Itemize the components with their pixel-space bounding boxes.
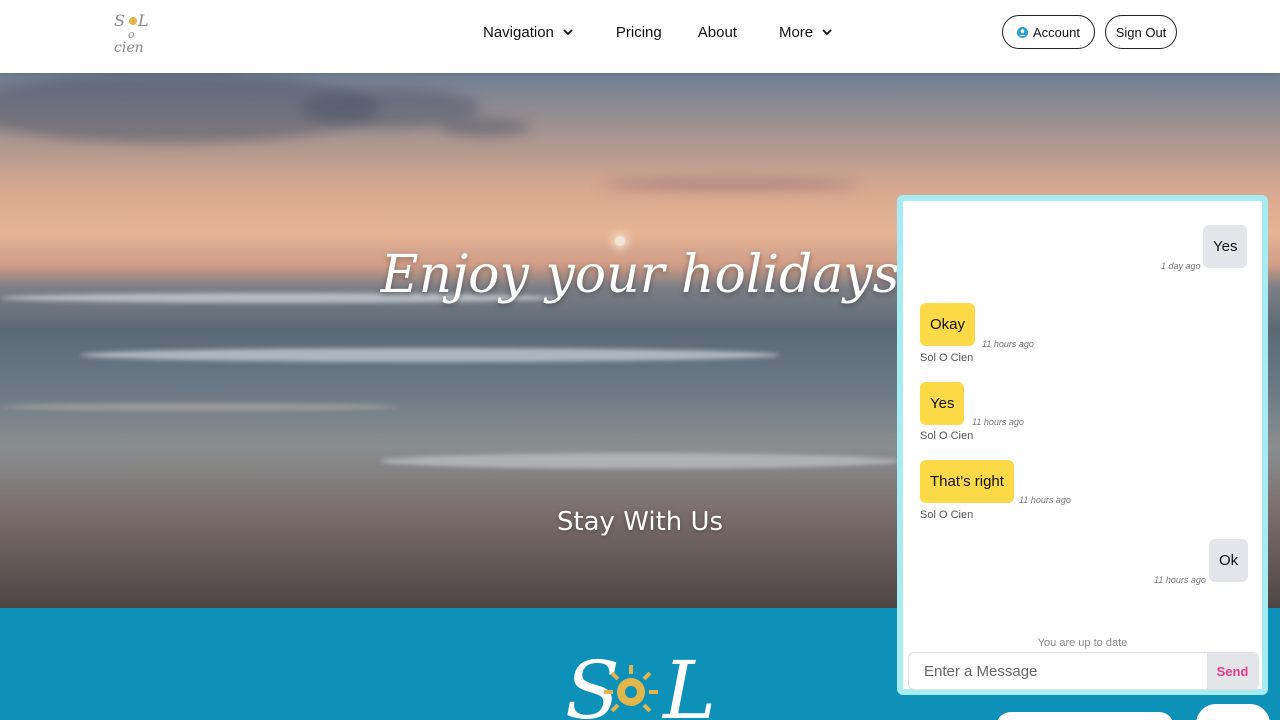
chat-message-bubble: Ok	[1209, 539, 1249, 582]
account-label: Account	[1033, 24, 1080, 40]
hero-wave	[0, 403, 400, 411]
site-header: S L o cien Navigation Pricing About More…	[0, 0, 1280, 73]
svg-text:L: L	[661, 644, 716, 720]
nav-about[interactable]: About	[698, 24, 737, 41]
user-icon	[1017, 26, 1028, 38]
nav-pricing-label: Pricing	[615, 23, 662, 41]
chat-message-bubble: Yes	[1203, 225, 1248, 268]
hero-cloud	[440, 118, 530, 136]
sol-brand-logo: S L	[565, 644, 716, 720]
chat-message-sender: Sol O Cien	[920, 352, 974, 364]
send-button[interactable]: Send	[1207, 653, 1258, 689]
svg-text:L: L	[137, 11, 149, 30]
chat-message-bubble: That’s right	[920, 460, 1014, 503]
hero-cloud	[600, 178, 860, 192]
chat-message-sender: Sol O Cien	[920, 430, 974, 442]
svg-text:S: S	[114, 11, 125, 30]
hero-wave	[80, 348, 780, 362]
chat-widget: Yes 1 day ago Okay 11 hours ago Sol O Ci…	[897, 195, 1268, 695]
chat-message-sender: Sol O Cien	[920, 509, 974, 521]
chevron-down-icon	[822, 29, 832, 36]
nav-more-label: More	[778, 23, 814, 41]
nav-navigation-label: Navigation	[483, 23, 554, 41]
sign-out-label: Sign Out	[1115, 24, 1167, 40]
sign-out-button[interactable]: Sign Out	[1105, 15, 1177, 49]
chat-status: You are up to date	[1037, 637, 1128, 649]
svg-text:cien: cien	[114, 40, 144, 56]
chat-message-time: 11 hours ago	[972, 417, 1024, 427]
message-input[interactable]	[909, 653, 1207, 689]
chat-composer: Send	[908, 652, 1259, 690]
footer-pill-button[interactable]	[996, 712, 1174, 720]
chat-message-bubble: Yes	[920, 382, 965, 425]
nav-navigation[interactable]: Navigation	[483, 24, 574, 41]
main-nav: Navigation Pricing About More	[483, 22, 833, 42]
sol-o-cien-logo[interactable]: S L o cien	[112, 8, 154, 56]
chat-message-bubble: Okay	[920, 303, 976, 346]
account-button[interactable]: Account	[1002, 15, 1095, 49]
nav-pricing[interactable]: Pricing	[616, 24, 662, 41]
chevron-down-icon	[563, 29, 573, 36]
nav-about-label: About	[697, 23, 737, 41]
footer-round-button[interactable]	[1196, 704, 1270, 720]
hero-wave	[380, 453, 900, 469]
nav-more[interactable]: More	[779, 24, 833, 41]
chat-message-time: 11 hours ago	[1019, 495, 1071, 505]
chat-message-time: 11 hours ago	[1154, 575, 1206, 585]
chat-message-time: 1 day ago	[1161, 261, 1201, 271]
chat-message-time: 11 hours ago	[982, 339, 1034, 349]
